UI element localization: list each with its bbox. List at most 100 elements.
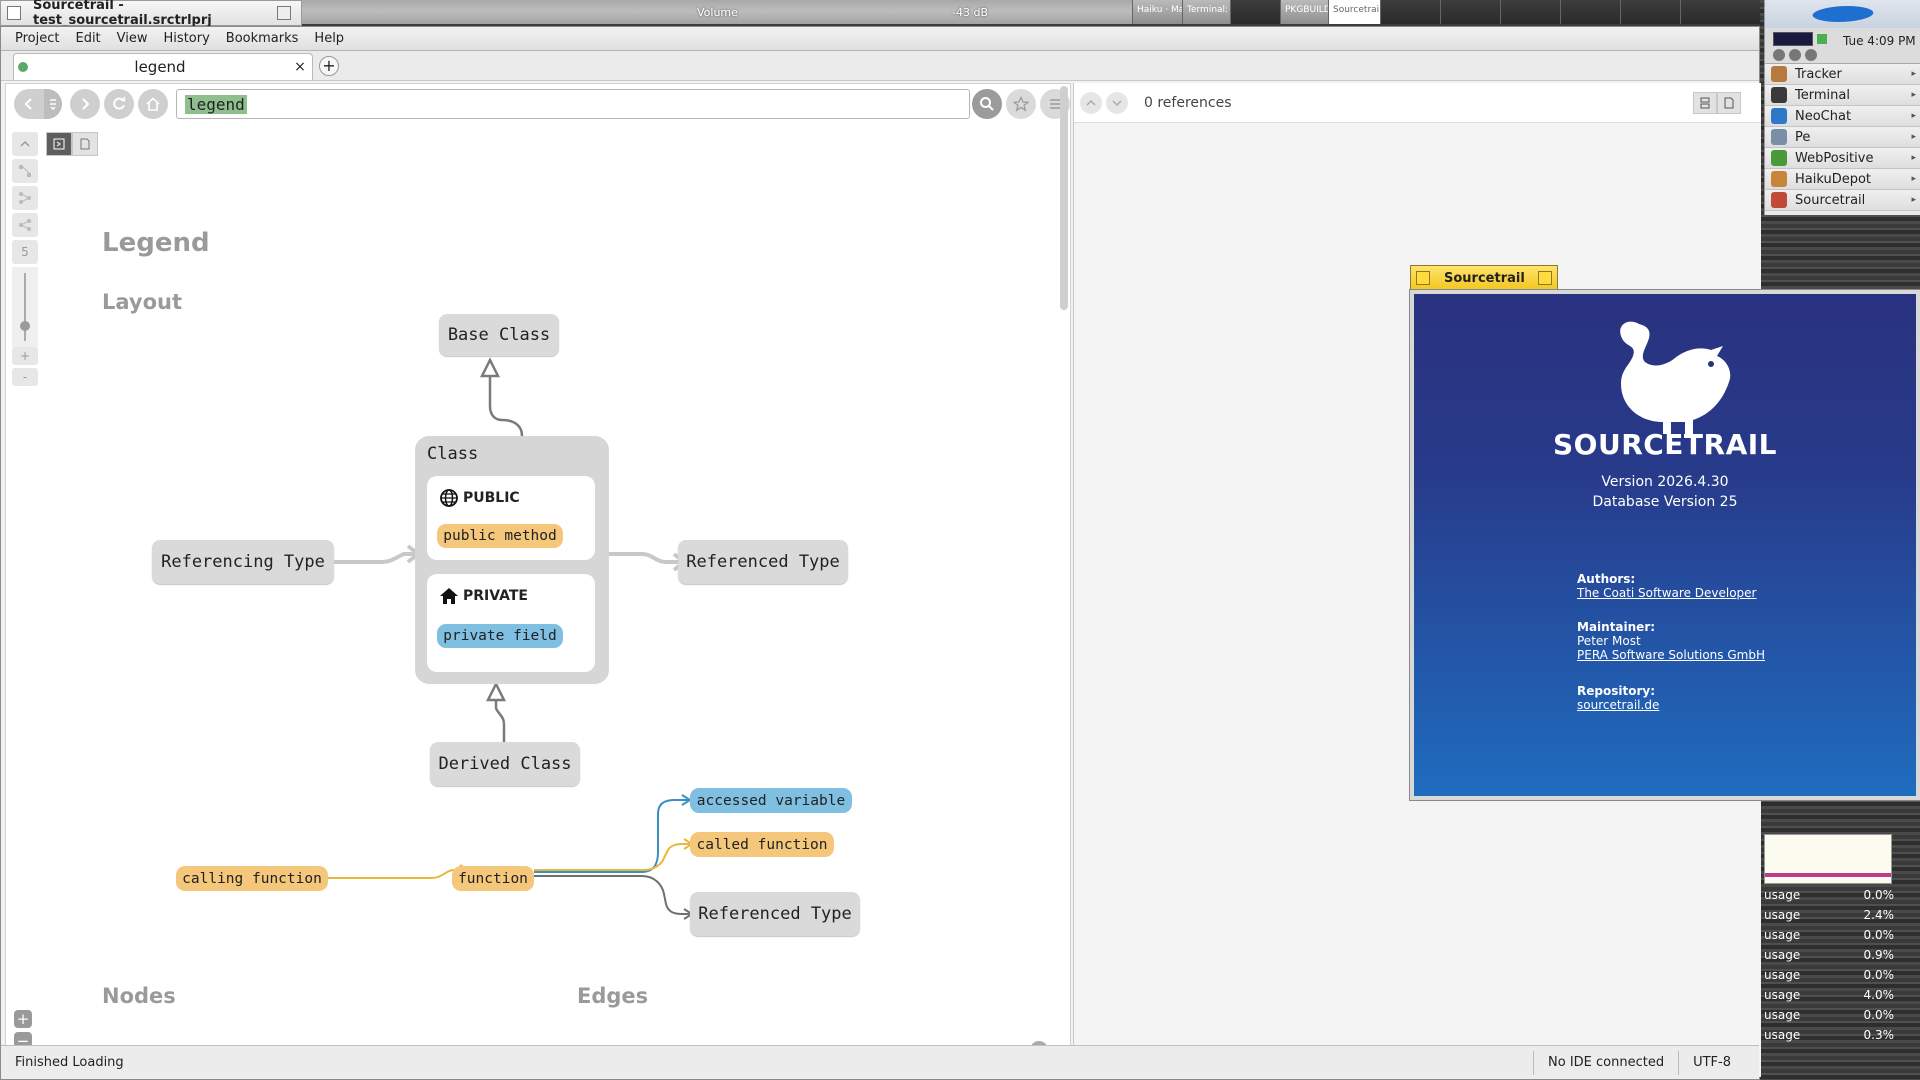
clock[interactable]: Tue 4:09 PM bbox=[1843, 34, 1916, 48]
add-tab-button[interactable]: + bbox=[319, 56, 339, 76]
taskbar-item-sourcetrail[interactable]: Sourcetrail bbox=[1328, 0, 1380, 24]
status-message: Finished Loading bbox=[15, 1055, 124, 1070]
node-accessed-variable[interactable]: accessed variable bbox=[690, 788, 852, 813]
zoom-slider-handle[interactable] bbox=[20, 321, 30, 331]
battery-icon[interactable] bbox=[1817, 34, 1827, 44]
maintainer-block: Maintainer: Peter Most PERA Software Sol… bbox=[1577, 620, 1765, 662]
graph-tree-button[interactable] bbox=[12, 186, 38, 210]
previous-reference-button[interactable] bbox=[1080, 91, 1102, 114]
node-called-function[interactable]: called function bbox=[690, 832, 834, 857]
window-zoom-box[interactable] bbox=[277, 6, 291, 20]
taskbar-item-blank-2[interactable] bbox=[1380, 0, 1440, 24]
menu-view[interactable]: View bbox=[109, 31, 156, 46]
vertical-scrollbar[interactable] bbox=[1060, 86, 1068, 310]
window-title-tab[interactable]: Sourcetrail - test_sourcetrail.srctrlprj bbox=[0, 0, 302, 28]
menu-project[interactable]: Project bbox=[7, 31, 67, 46]
cpu-usage-value: 0.9% bbox=[1863, 948, 1895, 962]
search-button[interactable] bbox=[972, 89, 1002, 119]
volume-label: Volume bbox=[697, 5, 738, 19]
zoom-in-button[interactable]: + bbox=[14, 1010, 32, 1028]
tab-close-icon[interactable]: × bbox=[292, 59, 308, 75]
chevron-up-icon bbox=[1086, 99, 1096, 106]
file-icon bbox=[1724, 97, 1734, 109]
bookmark-button[interactable] bbox=[1006, 89, 1036, 119]
tray-icon-3[interactable] bbox=[1805, 49, 1817, 61]
deskbar-item-sourcetrail[interactable]: Sourcetrail ▸ bbox=[1765, 190, 1920, 211]
taskbar-item-haiku[interactable]: Haiku · Mai… bbox=[1132, 0, 1182, 24]
taskbar-item-blank-1[interactable] bbox=[1230, 0, 1280, 24]
forward-button[interactable] bbox=[70, 89, 100, 119]
search-query[interactable]: legend bbox=[185, 94, 247, 114]
deskbar-logo[interactable] bbox=[1765, 0, 1920, 28]
workspace-icon[interactable] bbox=[1773, 32, 1813, 46]
call-edge-calling bbox=[328, 869, 466, 879]
taskbar-item-blank-3[interactable] bbox=[1440, 0, 1500, 24]
chevron-down-icon bbox=[1112, 99, 1122, 106]
next-reference-button[interactable] bbox=[1106, 91, 1128, 114]
refresh-icon bbox=[113, 96, 126, 110]
deskbar-item-tracker[interactable]: Tracker ▸ bbox=[1765, 64, 1920, 85]
node-referenced-type-2[interactable]: Referenced Type bbox=[690, 892, 860, 936]
maintainer-company-link[interactable]: PERA Software Solutions GmbH bbox=[1577, 648, 1765, 662]
list-view-button[interactable] bbox=[1693, 92, 1717, 114]
node-public-method[interactable]: public method bbox=[437, 524, 563, 548]
deskbar-item-haikudepot[interactable]: HaikuDepot ▸ bbox=[1765, 169, 1920, 190]
taskbar-item-blank-4[interactable] bbox=[1500, 0, 1560, 24]
tab-legend[interactable]: legend × bbox=[13, 53, 313, 80]
taskbar-item-blank-5[interactable] bbox=[1560, 0, 1620, 24]
cpu-usage-row: usage 0.9% bbox=[1764, 948, 1896, 968]
refresh-button[interactable] bbox=[104, 89, 134, 119]
taskbar-item-pkgbuild[interactable]: PKGBUILD… bbox=[1280, 0, 1328, 24]
authors-link[interactable]: The Coati Software Developer bbox=[1577, 586, 1757, 600]
authors-block: Authors: The Coati Software Developer bbox=[1577, 572, 1757, 600]
about-window-tab[interactable]: Sourcetrail bbox=[1410, 265, 1558, 291]
deskbar-item-pe[interactable]: Pe ▸ bbox=[1765, 127, 1920, 148]
menu-bookmarks[interactable]: Bookmarks bbox=[218, 31, 307, 46]
layout-heading: Layout bbox=[102, 290, 183, 314]
node-referenced-type[interactable]: Referenced Type bbox=[678, 540, 848, 584]
deskbar-item-webpositive[interactable]: WebPositive ▸ bbox=[1765, 148, 1920, 169]
window-close-box[interactable] bbox=[7, 6, 21, 20]
node-derived-class[interactable]: Derived Class bbox=[430, 742, 580, 786]
taskbar-item-blank-7[interactable] bbox=[1680, 0, 1760, 24]
deskbar-item-neochat[interactable]: NeoChat ▸ bbox=[1765, 106, 1920, 127]
menu-edit[interactable]: Edit bbox=[67, 31, 108, 46]
history-dropdown-button[interactable] bbox=[44, 89, 62, 119]
deskbar-item-label: Terminal bbox=[1795, 87, 1850, 103]
about-close-box[interactable] bbox=[1416, 271, 1430, 285]
graph-layout-button[interactable] bbox=[12, 159, 38, 183]
menu-history[interactable]: History bbox=[156, 31, 218, 46]
zoom-out-small-button[interactable]: - bbox=[12, 368, 38, 386]
node-base-class[interactable]: Base Class bbox=[439, 314, 559, 356]
node-function[interactable]: function bbox=[452, 866, 534, 891]
cpu-usage-row: usage 4.0% bbox=[1764, 988, 1896, 1008]
collapse-up-button[interactable] bbox=[12, 132, 38, 156]
deskbar-item-terminal[interactable]: Terminal ▸ bbox=[1765, 85, 1920, 106]
about-zoom-box[interactable] bbox=[1538, 271, 1552, 285]
cpu-usage-label: usage bbox=[1764, 928, 1801, 942]
about-version: Version 2026.4.30 bbox=[1601, 474, 1729, 490]
home-button[interactable] bbox=[138, 89, 168, 119]
sourcetrail-app-icon bbox=[1771, 192, 1787, 208]
single-file-view-button[interactable] bbox=[1717, 92, 1741, 114]
node-referencing-type[interactable]: Referencing Type bbox=[152, 540, 334, 584]
back-button[interactable] bbox=[14, 89, 44, 119]
node-calling-function[interactable]: calling function bbox=[176, 866, 328, 891]
menu-help[interactable]: Help bbox=[306, 31, 352, 46]
zoom-in-small-button[interactable]: + bbox=[12, 347, 38, 365]
volume-control[interactable]: Volume -43 dB bbox=[302, 0, 1132, 24]
node-private-field[interactable]: private field bbox=[437, 624, 563, 648]
references-toolbar: 0 references bbox=[1074, 83, 1761, 123]
search-box[interactable]: legend bbox=[176, 89, 970, 119]
zoom-slider[interactable] bbox=[12, 267, 38, 347]
graph-share-button[interactable] bbox=[12, 213, 38, 237]
node-class[interactable]: Class PUBLIC public method PRIVATE priva… bbox=[415, 436, 609, 684]
about-brand: SOURCETRAIL bbox=[1552, 428, 1778, 461]
repository-link[interactable]: sourcetrail.de bbox=[1577, 698, 1659, 712]
deskbar-item-label: Pe bbox=[1795, 129, 1811, 145]
taskbar-item-terminal[interactable]: Terminal: h… bbox=[1182, 0, 1230, 24]
tray-icon-2[interactable] bbox=[1789, 49, 1801, 61]
network-icon[interactable] bbox=[1773, 49, 1785, 61]
taskbar-item-blank-6[interactable] bbox=[1620, 0, 1680, 24]
submenu-arrow-icon: ▸ bbox=[1911, 69, 1916, 79]
